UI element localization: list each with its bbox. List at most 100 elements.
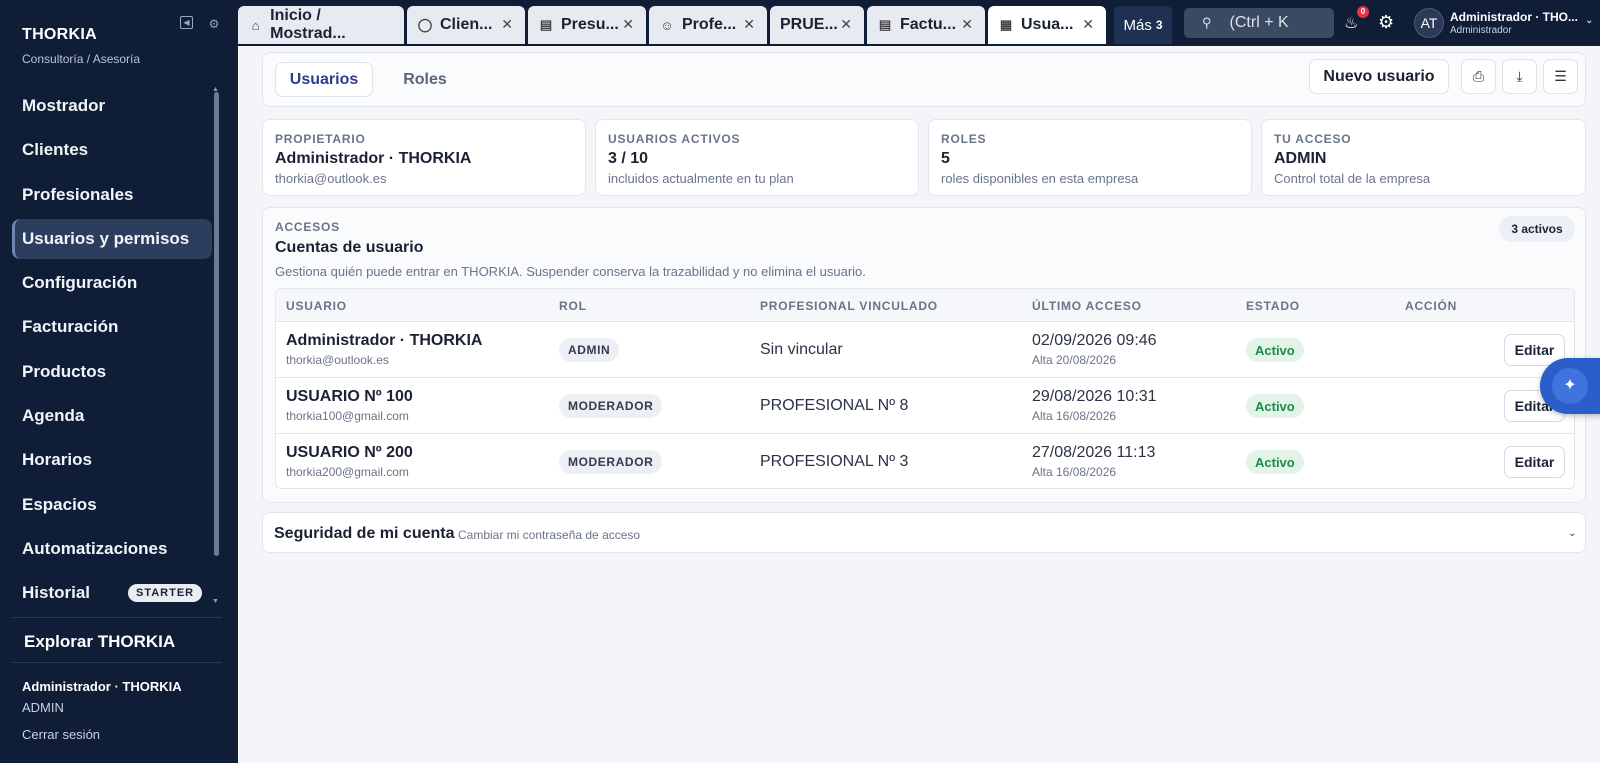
signup-date: Alta 20/08/2026 [1032,353,1117,367]
top-bar: ⌂ Inicio / Mostrad... ◯ Clien... ✕ ▤ Pre… [238,0,1600,46]
download-icon[interactable]: ⤓ [1502,59,1537,94]
close-icon[interactable]: ✕ [743,16,755,33]
column-header: PROFESIONAL VINCULADO [760,299,938,313]
avatar[interactable]: AT [1414,8,1444,38]
invoice-icon: ▤ [878,17,892,32]
stat-hint: incluidos actualmente en tu plan [608,171,794,186]
bell-icon[interactable]: ♨ [1344,13,1358,33]
sidebar-item-label: Espacios [22,494,97,514]
divider [12,617,222,618]
notification-badge: 0 [1357,6,1369,18]
plan-badge: STARTER [128,584,203,603]
table-header: USUARIO ROL PROFESIONAL VINCULADO ÚLTIMO… [276,289,1574,322]
edit-button[interactable]: Editar [1504,446,1565,478]
stat-card-active-users: USUARIOS ACTIVOS 3 / 10 incluidos actual… [595,119,919,196]
search-icon: ⚲ [1202,15,1212,30]
brand-subtitle: Consultoría / Asesoría [22,52,141,66]
more-tabs-button[interactable]: Más 3 [1114,6,1172,44]
status-badge: Activo [1246,338,1304,362]
tab-clientes[interactable]: ◯ Clien... ✕ [407,6,525,44]
close-icon[interactable]: ✕ [961,16,973,33]
last-access: 27/08/2026 11:13 [1032,444,1156,461]
top-user-name[interactable]: Administrador · THO... [1450,10,1578,24]
column-header: ÚLTIMO ACCESO [1032,299,1142,313]
sidebar-user-role: ADMIN [22,700,64,715]
sidebar-item-horarios[interactable]: Horarios [12,440,212,480]
close-icon[interactable]: ✕ [840,16,852,33]
user-accounts-panel: ACCESOS Cuentas de usuario Gestiona quié… [262,207,1586,503]
sidebar-item-label: Configuración [22,273,138,293]
sidebar-item-label: Automatizaciones [22,538,168,558]
sidebar-item-label: Profesionales [22,184,134,204]
column-header: USUARIO [286,299,347,313]
user-icon: ◯ [417,17,433,32]
table-row: USUARIO Nº 200 thorkia200@gmail.com MODE… [276,434,1574,490]
user-name: USUARIO Nº 200 [286,444,413,461]
search-input[interactable]: ⚲ (Ctrl + K [1184,8,1334,38]
sidebar-item-automatizaciones[interactable]: Automatizaciones [12,529,212,569]
tab-roles[interactable]: Roles [389,62,461,97]
settings-gear-icon[interactable]: ⚙ [1378,12,1394,33]
logout-link[interactable]: Cerrar sesión [22,727,100,742]
home-icon: ⌂ [251,17,260,33]
sidebar-item-usuarios[interactable]: Usuarios y permisos [12,218,212,259]
tab-presupuestos[interactable]: ▤ Presu... ✕ [528,6,646,44]
close-icon[interactable]: ✕ [501,16,513,33]
tab-usuarios-sub[interactable]: Usuarios [275,62,373,97]
tab-profesionales[interactable]: ☺ Profe... ✕ [649,6,767,44]
column-header: ROL [559,299,587,313]
assistant-fab[interactable]: ✦ [1540,358,1600,414]
explore-link[interactable]: Explorar THORKIA [24,632,175,652]
more-count: 3 [1155,18,1163,32]
tab-label: Presu... [561,16,619,33]
stat-label: TU ACCESO [1274,132,1352,146]
close-icon[interactable]: ✕ [622,16,634,33]
account-security-accordion[interactable]: Seguridad de mi cuenta Cambiar mi contra… [262,512,1586,553]
sidebar-item-clientes[interactable]: Clientes [12,130,212,170]
sidebar-item-agenda[interactable]: Agenda [12,396,212,436]
last-access: 02/09/2026 09:46 [1032,332,1157,349]
sidebar-item-mostrador[interactable]: Mostrador [12,86,212,126]
tab-facturacion[interactable]: ▤ Factu... ✕ [867,6,985,44]
status-badge: Activo [1246,394,1304,418]
last-access: 29/08/2026 10:31 [1032,388,1157,405]
active-count-badge: 3 activos [1499,216,1575,242]
signup-date: Alta 16/08/2026 [1032,409,1117,423]
grid-icon: ▦ [999,17,1013,32]
new-user-button[interactable]: Nuevo usuario [1309,59,1449,94]
stat-card-access: TU ACCESO ADMIN Control total de la empr… [1261,119,1586,196]
scroll-down-arrow[interactable]: ▼ [212,598,219,605]
sidebar-item-facturacion[interactable]: Facturación [12,307,212,347]
search-placeholder: (Ctrl + K [1229,14,1289,31]
gear-icon[interactable]: ⚙ [206,16,222,32]
user-email: thorkia200@gmail.com [286,465,409,479]
sidebar-item-espacios[interactable]: Espacios [12,485,212,525]
tab-usuarios[interactable]: ▦ Usua... ✕ [988,6,1106,44]
role-badge: MODERADOR [559,394,663,418]
close-icon[interactable]: ✕ [1082,16,1094,33]
sidebar-scrollbar[interactable] [214,92,219,556]
sidebar-item-historial[interactable]: Historial STARTER [12,573,212,613]
tab-label: PRUE... [780,16,838,33]
signup-date: Alta 16/08/2026 [1032,465,1117,479]
filter-settings-icon[interactable]: ☰ [1543,59,1578,94]
print-icon[interactable]: ⎙ [1461,59,1496,94]
sidebar-item-profesionales[interactable]: Profesionales [12,175,212,215]
chevron-down-icon[interactable]: ⌄ [1585,15,1593,26]
stat-card-roles: ROLES 5 roles disponibles en esta empres… [928,119,1252,196]
status-badge: Activo [1246,450,1304,474]
chevron-down-icon[interactable]: ⌄ [1568,528,1576,539]
stat-hint: Control total de la empresa [1274,171,1431,186]
role-badge: ADMIN [559,338,620,362]
tab-prueba[interactable]: PRUE... ✕ [770,6,864,44]
linked-professional: Sin vincular [760,341,843,358]
stat-hint: thorkia@outlook.es [275,171,387,186]
sidebar-item-label: Clientes [22,140,89,160]
tab-label: Inicio / Mostrad... [270,7,346,42]
collapse-sidebar-icon[interactable]: ◀ [180,16,193,29]
sidebar-item-label: Mostrador [22,96,106,115]
stat-value: 3 / 10 [608,150,649,167]
sidebar-item-configuracion[interactable]: Configuración [12,263,212,303]
tab-inicio[interactable]: ⌂ Inicio / Mostrad... [238,6,404,44]
sidebar-item-productos[interactable]: Productos [12,352,212,392]
